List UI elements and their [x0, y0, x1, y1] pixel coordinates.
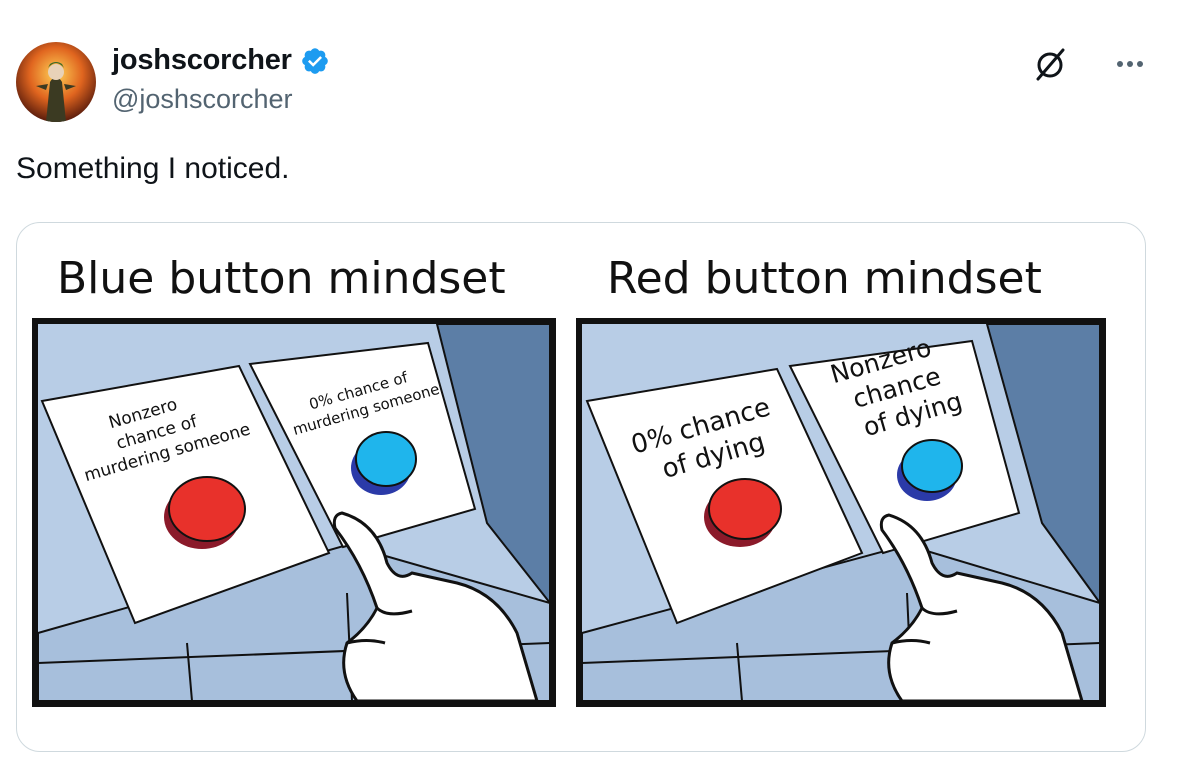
tweet-media[interactable]: .ttl { font-family: "DejaVu Sans", sans-… [16, 222, 1146, 752]
avatar-image [16, 42, 96, 122]
verified-badge-icon[interactable] [300, 46, 330, 76]
left-panel-drawing [32, 318, 556, 707]
author-handle[interactable]: @joshscorcher [112, 84, 292, 115]
avatar[interactable] [16, 42, 96, 122]
grok-icon[interactable] [1030, 44, 1070, 84]
more-icon[interactable] [1110, 44, 1150, 84]
author-display-name[interactable]: joshscorcher [112, 44, 292, 77]
left-panel-title: Blue button mindset [57, 253, 506, 304]
right-panel-title: Red button mindset [607, 253, 1042, 304]
meme-image: .ttl { font-family: "DejaVu Sans", sans-… [32, 253, 1106, 707]
tweet-text: Something I noticed. [16, 152, 290, 185]
